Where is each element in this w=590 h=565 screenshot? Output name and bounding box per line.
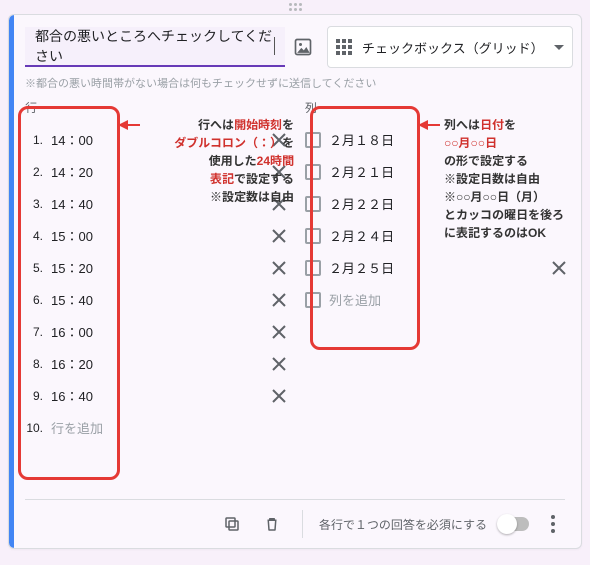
trash-icon (263, 515, 281, 533)
separator (302, 510, 303, 538)
close-icon (272, 357, 286, 371)
more-options-button[interactable] (541, 512, 565, 536)
close-icon (272, 165, 286, 179)
close-icon (272, 389, 286, 403)
annotation-arrow-icon (420, 124, 440, 126)
column-label-input[interactable]: ２月２４日 (329, 224, 539, 248)
row-number: 3. (25, 197, 43, 211)
row-option: 2. 14：20 (25, 156, 291, 188)
column-option: ２月１８日 (305, 124, 571, 156)
add-column-label: 列を追加 (329, 288, 571, 312)
question-card: 都合の悪いところへチェックしてください チェックボックス（グリッド） (8, 14, 582, 549)
checkbox-icon (305, 196, 321, 212)
question-type-label: チェックボックス（グリッド） (362, 38, 544, 57)
remove-column-button[interactable] (547, 256, 571, 280)
column-label-input[interactable]: ２月２２日 (329, 192, 539, 216)
row-option: 1. 14：00 (25, 124, 291, 156)
remove-row-button[interactable] (267, 320, 291, 344)
column-option: ２月２５日 (305, 252, 571, 284)
add-column-option[interactable]: 列を追加 (305, 284, 571, 316)
remove-row-button[interactable] (267, 128, 291, 152)
row-label-input[interactable]: 15：20 (51, 256, 259, 280)
row-number: 10. (25, 421, 43, 435)
row-label-input[interactable]: 15：40 (51, 288, 259, 312)
checkbox-icon (305, 292, 321, 308)
row-option: 8. 16：20 (25, 348, 291, 380)
close-icon (272, 293, 286, 307)
row-number: 6. (25, 293, 43, 307)
columns-title: 列 (305, 99, 571, 116)
remove-row-button[interactable] (267, 192, 291, 216)
card-footer: 各行で１つの回答を必須にする (25, 499, 565, 548)
row-number: 1. (25, 133, 43, 147)
require-switch[interactable] (499, 517, 529, 531)
rows-column: 行 1. 14：00 2. 14：20 3. 1 (25, 99, 291, 494)
close-icon (272, 325, 286, 339)
question-description[interactable]: ※都合の悪い時間帯がない場合は何もチェックせずに送信してください (25, 75, 376, 91)
delete-button[interactable] (258, 510, 286, 538)
rows-title: 行 (25, 99, 291, 116)
remove-row-button[interactable] (267, 224, 291, 248)
columns-column: 列 ２月１８日 ２月２１日 ２月２２日 (305, 99, 571, 494)
row-option: 4. 15：00 (25, 220, 291, 252)
close-icon (552, 261, 566, 275)
chevron-down-icon (554, 45, 564, 50)
close-icon (272, 261, 286, 275)
remove-row-button[interactable] (267, 160, 291, 184)
checkbox-icon (305, 260, 321, 276)
row-option: 5. 15：20 (25, 252, 291, 284)
row-number: 7. (25, 325, 43, 339)
checkbox-icon (305, 164, 321, 180)
add-row-label: 行を追加 (51, 416, 291, 440)
row-option: 7. 16：00 (25, 316, 291, 348)
annotation-arrow-icon (120, 124, 140, 126)
add-image-button[interactable] (293, 28, 313, 66)
row-label-input[interactable]: 14：20 (51, 160, 259, 184)
column-label-input[interactable]: ２月２５日 (329, 256, 539, 280)
add-row-option[interactable]: 10. 行を追加 (25, 412, 291, 444)
row-number: 2. (25, 165, 43, 179)
close-icon (272, 229, 286, 243)
column-label-input[interactable]: ２月２１日 (329, 160, 539, 184)
checkbox-grid-icon (336, 39, 352, 55)
row-label-input[interactable]: 16：00 (51, 320, 259, 344)
drag-handle-icon[interactable] (281, 0, 309, 14)
row-label-input[interactable]: 15：00 (51, 224, 259, 248)
remove-row-button[interactable] (267, 384, 291, 408)
row-option: 9. 16：40 (25, 380, 291, 412)
close-icon (272, 197, 286, 211)
row-label-input[interactable]: 14：00 (51, 128, 259, 152)
row-option: 3. 14：40 (25, 188, 291, 220)
copy-icon (223, 515, 241, 533)
remove-row-button[interactable] (267, 352, 291, 376)
close-icon (272, 133, 286, 147)
column-label-input[interactable]: ２月１８日 (329, 128, 539, 152)
remove-row-button[interactable] (267, 256, 291, 280)
require-label: 各行で１つの回答を必須にする (319, 516, 487, 533)
question-title-text: 都合の悪いところへチェックしてください (35, 26, 273, 66)
column-option: ２月２４日 (305, 220, 571, 252)
row-label-input[interactable]: 16：20 (51, 352, 259, 376)
row-label-input[interactable]: 16：40 (51, 384, 259, 408)
row-number: 5. (25, 261, 43, 275)
row-number: 4. (25, 229, 43, 243)
image-icon (293, 37, 313, 57)
row-number: 9. (25, 389, 43, 403)
row-option: 6. 15：40 (25, 284, 291, 316)
row-number: 8. (25, 357, 43, 371)
remove-row-button[interactable] (267, 288, 291, 312)
column-option: ２月２１日 (305, 156, 571, 188)
column-option: ２月２２日 (305, 188, 571, 220)
question-type-select[interactable]: チェックボックス（グリッド） (327, 26, 573, 68)
checkbox-icon (305, 132, 321, 148)
text-caret (274, 37, 275, 55)
checkbox-icon (305, 228, 321, 244)
row-label-input[interactable]: 14：40 (51, 192, 259, 216)
question-title-input[interactable]: 都合の悪いところへチェックしてください (25, 27, 285, 67)
duplicate-button[interactable] (218, 510, 246, 538)
